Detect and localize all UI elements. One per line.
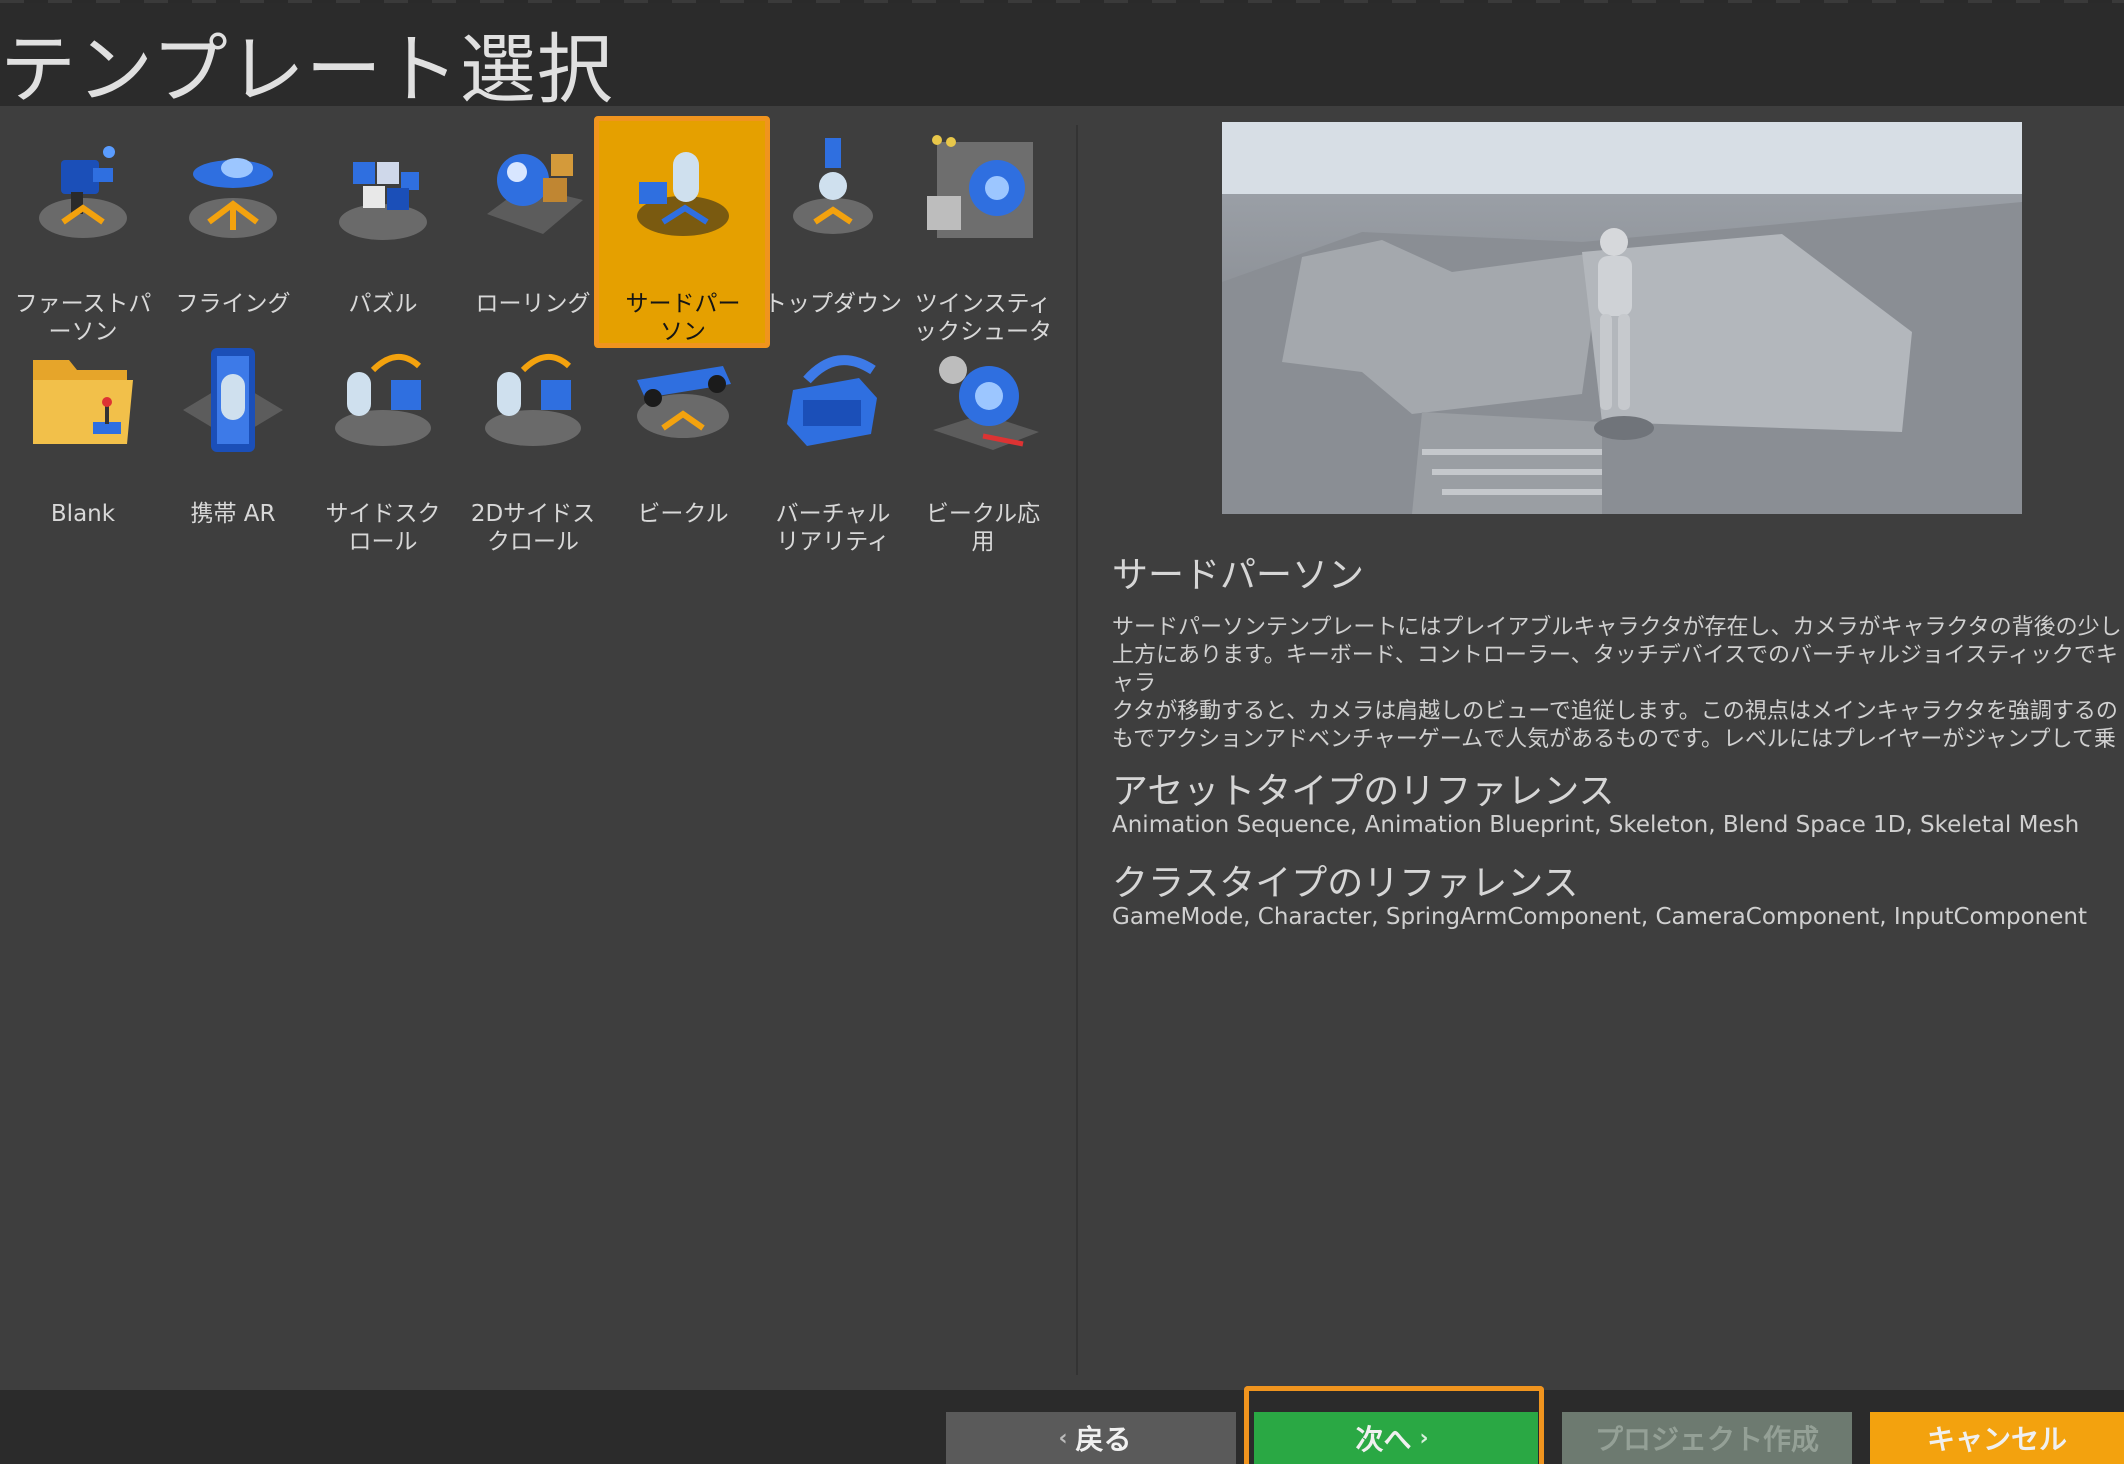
template-label: Blank bbox=[50, 501, 116, 527]
template-label: 携帯 AR bbox=[190, 501, 276, 527]
puzzle-icon bbox=[323, 130, 443, 250]
template-tile-handheld-ar[interactable]: 携帯 AR bbox=[158, 340, 308, 550]
panel-divider bbox=[1076, 125, 1078, 1375]
template-label: サイドスク ロール bbox=[325, 501, 441, 555]
template-details-title: サードパーソン bbox=[1112, 555, 1365, 596]
chevron-left-icon: ‹ bbox=[1058, 1425, 1068, 1451]
template-preview-image bbox=[1222, 122, 2022, 514]
template-label: フライング bbox=[175, 291, 291, 317]
template-tile-first-person[interactable]: ファーストパ ーソン bbox=[8, 130, 158, 345]
template-tile-vehicle-advanced[interactable]: ビークル応 用 bbox=[908, 340, 1058, 555]
back-button-label: 戻る bbox=[1075, 1423, 1132, 1456]
template-label: ツインスティ ックシュータ bbox=[914, 291, 1052, 345]
handheld-ar-icon bbox=[173, 340, 293, 460]
class-refs-title: クラスタイプのリファレンス bbox=[1112, 863, 1579, 904]
create-project-button[interactable]: プロジェクト作成 bbox=[1562, 1412, 1852, 1464]
template-tile-puzzle[interactable]: パズル bbox=[308, 130, 458, 340]
next-button-label: 次へ bbox=[1355, 1423, 1412, 1456]
third-person-icon bbox=[623, 130, 743, 250]
cancel-button-label: キャンセル bbox=[1926, 1423, 2067, 1456]
flying-icon bbox=[173, 130, 293, 250]
template-label: ビークル応 用 bbox=[925, 501, 1041, 555]
template-tile-rolling[interactable]: ローリング bbox=[458, 130, 608, 340]
template-label: サードパー ソン bbox=[625, 291, 741, 345]
next-button[interactable]: 次へ › bbox=[1254, 1412, 1538, 1464]
template-tile-virtual-reality[interactable]: バーチャル リアリティ bbox=[758, 340, 908, 555]
template-tile-top-down[interactable]: トップダウン bbox=[758, 130, 908, 340]
template-label: パズル bbox=[348, 291, 418, 317]
template-label: ビークル bbox=[637, 501, 729, 527]
asset-refs-title: アセットタイプのリファレンス bbox=[1112, 771, 1615, 812]
side-scroller-icon bbox=[323, 340, 443, 460]
template-label: ローリング bbox=[475, 291, 591, 317]
page-title: テンプレート選択 bbox=[0, 25, 614, 114]
vehicle-icon bbox=[623, 340, 743, 460]
chevron-right-icon: › bbox=[1419, 1425, 1429, 1451]
class-refs-list: GameMode, Character, SpringArmComponent,… bbox=[1112, 904, 2087, 930]
template-label: バーチャル リアリティ bbox=[775, 501, 891, 555]
template-description: サードパーソンテンプレートにはプレイアブルキャラクタが存在し、カメラがキャラクタ… bbox=[1112, 615, 2122, 752]
template-tile-twin-stick-shooter[interactable]: ツインスティ ックシュータ bbox=[908, 130, 1058, 345]
template-tile-third-person[interactable]: サードパー ソン bbox=[594, 116, 770, 348]
top-down-icon bbox=[773, 130, 893, 250]
template-tile-side-scroller[interactable]: サイドスク ロール bbox=[308, 340, 458, 555]
template-tile-vehicle[interactable]: ビークル bbox=[608, 340, 758, 550]
template-tile-2d-side-scroller[interactable]: 2Dサイドス クロール bbox=[458, 340, 608, 555]
back-button[interactable]: ‹ 戻る bbox=[946, 1412, 1236, 1464]
template-label: 2Dサイドス クロール bbox=[470, 501, 596, 555]
asset-refs-list: Animation Sequence, Animation Blueprint,… bbox=[1112, 812, 2080, 838]
rolling-icon bbox=[473, 130, 593, 250]
header: テンプレート選択 bbox=[0, 0, 2124, 114]
vehicle-advanced-icon bbox=[923, 340, 1043, 460]
first-person-icon bbox=[23, 130, 143, 250]
twin-stick-shooter-icon bbox=[923, 130, 1043, 250]
template-label: トップダウン bbox=[764, 291, 902, 317]
template-label: ファーストパ ーソン bbox=[14, 291, 152, 345]
template-tile-flying[interactable]: フライング bbox=[158, 130, 308, 340]
virtual-reality-icon bbox=[773, 340, 893, 460]
2d-side-scroller-icon bbox=[473, 340, 593, 460]
create-project-button-label: プロジェクト作成 bbox=[1594, 1423, 1819, 1456]
template-tile-blank[interactable]: Blank bbox=[8, 340, 158, 550]
cancel-button[interactable]: キャンセル bbox=[1870, 1412, 2124, 1464]
blank-folder-icon bbox=[23, 340, 143, 460]
